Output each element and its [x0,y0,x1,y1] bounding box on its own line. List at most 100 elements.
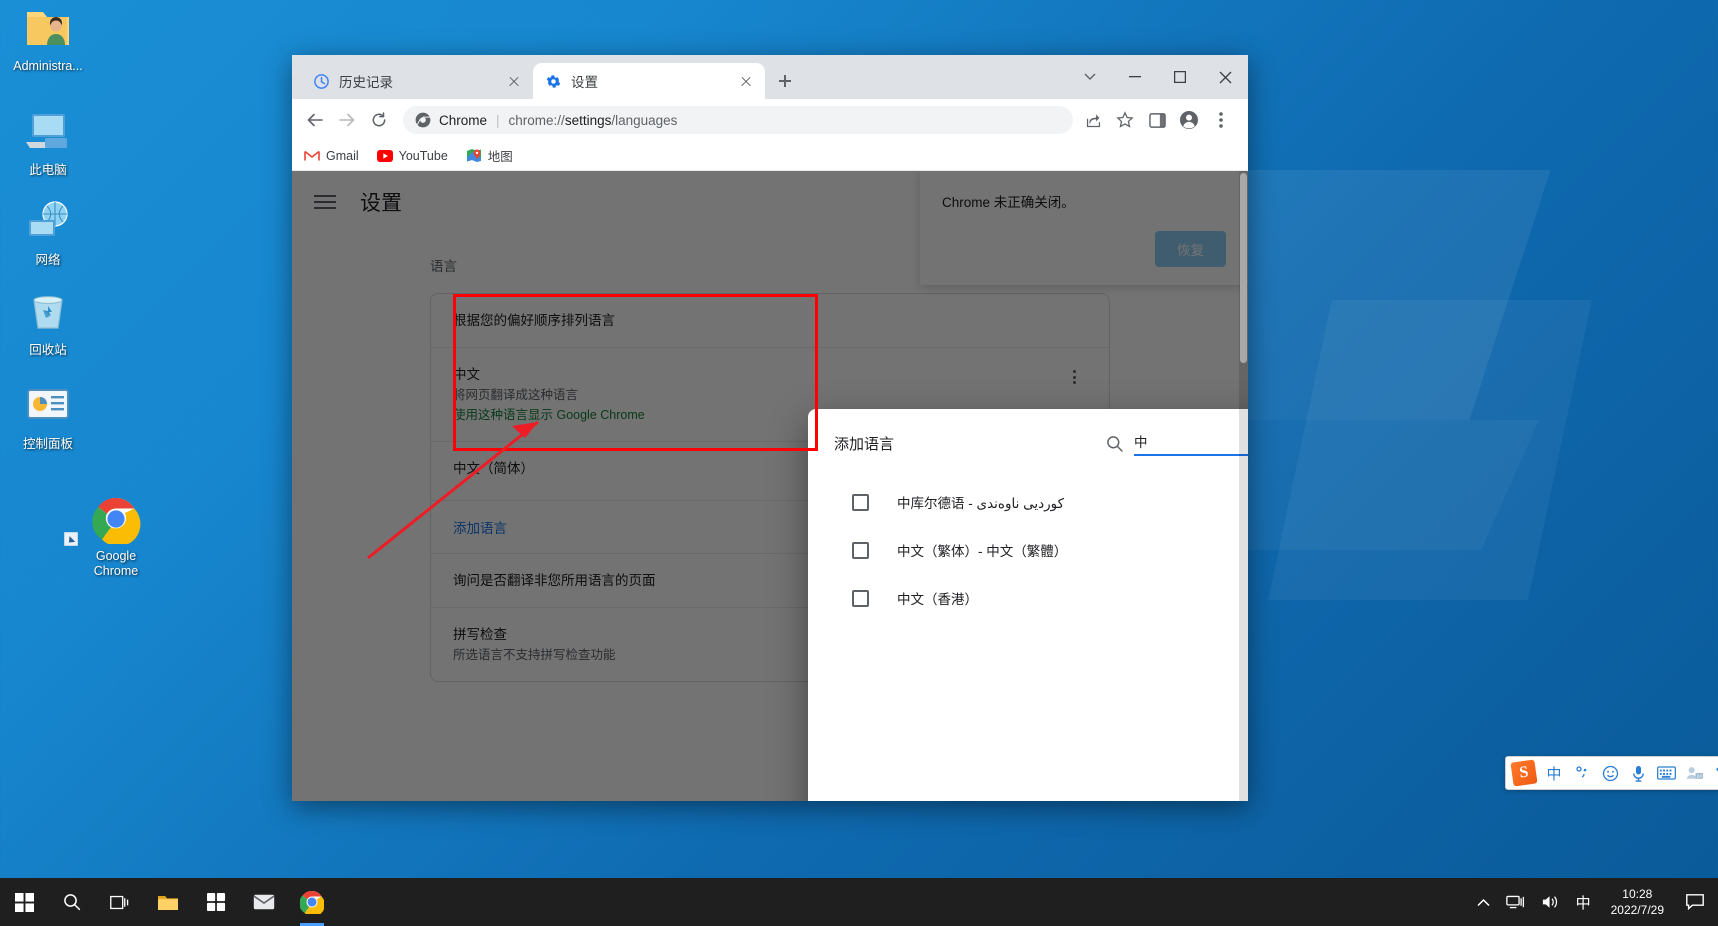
taskbar: 中 10:28 2022/7/29 [0,878,1718,926]
language-label: 中文（香港） [897,592,978,607]
profile-avatar-icon[interactable] [1175,106,1203,134]
list-item[interactable]: 中文（香港） [808,574,1248,622]
page-scrollbar[interactable] [1239,171,1248,801]
language-list: 中库尔德语 - کوردیی ناوەندی 中文（繁体）- 中文（繁體） 中文… [808,466,1248,801]
new-tab-button[interactable] [771,67,799,95]
forward-arrow-icon[interactable] [333,106,361,134]
back-arrow-icon[interactable] [301,106,329,134]
desktop-icon-label: Administra... [13,59,83,73]
tab-settings[interactable]: 设置 [533,63,765,99]
file-explorer-button[interactable] [144,878,192,926]
side-panel-icon[interactable] [1143,106,1171,134]
omnibox-url-suffix: /languages [611,112,678,128]
clock-date: 2022/7/29 [1610,903,1664,917]
address-bar[interactable]: Chrome | chrome://settings/languages [403,106,1073,134]
desktop-icon-control-panel[interactable]: 控制面板 [0,382,96,452]
tab-history[interactable]: 历史记录 [301,63,533,99]
bookmark-label: 地图 [487,150,513,164]
skin-icon[interactable] [1712,765,1718,781]
store-button[interactable] [192,878,240,926]
desktop-icon-google-chrome[interactable]: Google Chrome [64,494,164,579]
system-tray: 中 10:28 2022/7/29 [1469,878,1718,926]
ime-indicator[interactable]: 中 [1568,878,1599,926]
tab-close-icon[interactable] [735,70,757,92]
tab-title: 历史记录 [339,75,393,90]
desktop-icon-label-line1: Google [95,549,137,563]
dialog-search: 中 [1106,431,1248,456]
scrollbar-thumb[interactable] [1240,173,1247,363]
three-dot-menu-icon[interactable] [1207,106,1235,134]
close-button[interactable] [1203,55,1248,99]
chrome-icon [415,112,431,128]
bookmark-youtube[interactable]: YouTube [376,148,448,164]
chrome-taskbar-button[interactable] [288,878,336,926]
annotation-arrow [367,420,539,560]
youtube-icon [376,148,393,164]
bookmark-maps[interactable]: 地图 [466,146,513,165]
star-icon[interactable] [1111,106,1139,134]
list-item[interactable]: 中库尔德语 - کوردیی ناوەندی [808,478,1248,526]
task-view-button[interactable] [96,878,144,926]
start-button[interactable] [0,878,48,926]
gmail-icon [304,148,320,164]
bookmark-label: Gmail [326,148,359,163]
desktop-icon-administrator[interactable]: Administra... [0,4,96,74]
search-input[interactable]: 中 [1134,431,1248,456]
tab-close-icon[interactable] [503,70,525,92]
language-label: 中文（繁体）- 中文（繁體） [897,544,1068,559]
omnibox-url-prefix: chrome:// [508,112,565,128]
chinese-mode-toggle[interactable]: 中 [1544,763,1564,784]
desktop-icon-label: 此电脑 [29,163,67,177]
clock-time: 10:28 [1622,887,1653,901]
omnibox-divider: | [496,112,500,128]
maps-icon [466,148,482,164]
svg-text:24: 24 [1696,774,1702,780]
tab-strip: 历史记录 设置 [292,55,1248,99]
action-center-icon[interactable] [1676,878,1718,926]
desktop-icon-label: 控制面板 [22,437,73,451]
chrome-icon [64,494,164,547]
control-panel-icon [0,382,96,432]
desktop-icon-label: 回收站 [29,343,67,357]
sogou-ime-toolbar: S 中 24 [1505,756,1718,790]
show-hidden-icons-icon[interactable] [1469,878,1498,926]
sogou-logo[interactable]: S [1510,759,1538,787]
reload-icon[interactable] [365,106,393,134]
history-icon [313,73,330,90]
window-controls [1068,55,1248,99]
recycle-bin-icon [0,288,96,338]
browser-toolbar: Chrome | chrome://settings/languages [292,99,1248,141]
user-icon[interactable]: 24 [1684,765,1704,781]
language-checkbox[interactable] [852,541,869,559]
emoji-icon[interactable] [1600,765,1620,782]
punctuation-icon[interactable] [1572,765,1592,781]
gear-icon [545,73,562,90]
maximize-button[interactable] [1158,55,1203,99]
share-icon[interactable] [1079,106,1107,134]
search-input-value[interactable]: 中 [1134,431,1248,451]
network-icon [0,198,96,248]
dialog-header: 添加语言 中 [808,409,1248,466]
network-icon[interactable] [1498,878,1533,926]
list-item[interactable]: 中文（繁体）- 中文（繁體） [808,526,1248,574]
tab-title: 设置 [571,75,598,90]
taskbar-clock[interactable]: 10:28 2022/7/29 [1599,886,1676,918]
tab-search-chevron-down-icon[interactable] [1068,55,1113,99]
search-button[interactable] [48,878,96,926]
soft-keyboard-icon[interactable] [1656,766,1676,780]
desktop-icon-this-pc[interactable]: 此电脑 [0,108,96,178]
search-icon [1106,435,1124,453]
language-checkbox[interactable] [852,589,869,607]
voice-input-icon[interactable] [1628,765,1648,782]
mail-button[interactable] [240,878,288,926]
desktop-icon-network[interactable]: 网络 [0,198,96,268]
minimize-button[interactable] [1113,55,1158,99]
language-label: 中库尔德语 - کوردیی ناوەندی [897,496,1065,511]
bookmark-gmail[interactable]: Gmail [304,148,359,164]
desktop-icon-label: 网络 [35,253,61,267]
computer-icon [0,108,96,158]
desktop-icon-label-line2: Chrome [93,564,139,578]
language-checkbox[interactable] [852,493,869,511]
volume-icon[interactable] [1533,878,1568,926]
desktop-icon-recycle-bin[interactable]: 回收站 [0,288,96,358]
